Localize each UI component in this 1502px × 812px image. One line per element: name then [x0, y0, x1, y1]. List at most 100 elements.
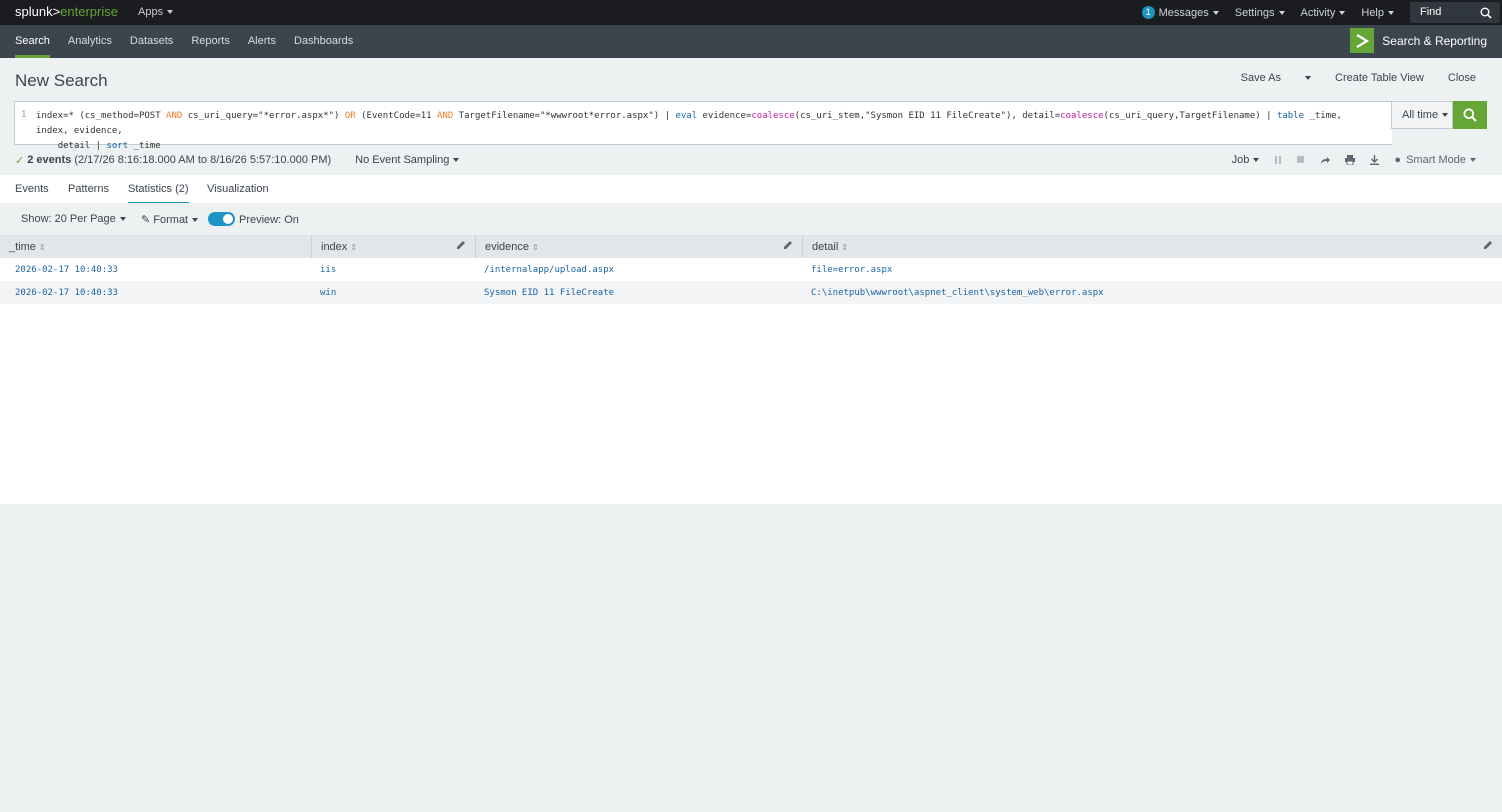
results-table: _time ⇕ index ⇕ evidence ⇕ detail ⇕ 2026-02-…: [0, 235, 1502, 304]
query-token: coalesce: [1060, 111, 1104, 121]
query-token: coalesce: [751, 111, 795, 121]
page-title: New Search: [15, 71, 108, 90]
splunk-logo[interactable]: splunk>enterprise: [15, 4, 118, 19]
column-label: index: [321, 241, 348, 253]
column-header-detail[interactable]: detail ⇕: [803, 235, 1502, 258]
chevron-down-icon: [167, 10, 174, 15]
nav-tab-datasets[interactable]: Datasets: [130, 25, 173, 58]
pencil-icon[interactable]: [457, 240, 466, 252]
app-bar: Search Analytics Datasets Reports Alerts…: [0, 25, 1502, 58]
preview-toggle[interactable]: [208, 212, 235, 226]
chevron-down-icon: [1470, 158, 1476, 162]
chevron-down-icon: [1212, 10, 1219, 15]
close-button[interactable]: Close: [1448, 72, 1476, 84]
search-status: ✓ 2 events (2/17/26 8:16:18.000 AM to 8/…: [15, 154, 460, 167]
chevron-down-icon: [192, 218, 199, 223]
check-icon: ✓: [15, 155, 25, 167]
search-icon[interactable]: [1480, 7, 1492, 19]
table-header: _time ⇕ index ⇕ evidence ⇕ detail ⇕: [0, 235, 1502, 258]
time-range-picker[interactable]: All time: [1391, 101, 1453, 129]
cell-time[interactable]: 2026-02-17 10:40:33: [15, 288, 118, 298]
nav-tab-search[interactable]: Search: [15, 25, 50, 58]
nav-tab-reports[interactable]: Reports: [191, 25, 230, 58]
activity-menu[interactable]: Activity: [1301, 7, 1346, 19]
find-input[interactable]: Find: [1410, 2, 1500, 23]
print-icon[interactable]: [1345, 155, 1356, 165]
query-token: sort: [106, 141, 129, 151]
download-icon[interactable]: [1370, 155, 1380, 165]
format-menu[interactable]: ✎ Format: [141, 213, 199, 226]
search-query-editor[interactable]: 1 index=* (cs_method=POST AND cs_uri_que…: [14, 101, 1392, 151]
messages-label: Messages: [1158, 6, 1209, 19]
cell-evidence[interactable]: /internalapp/upload.aspx: [484, 265, 614, 275]
nav-tab-alerts[interactable]: Alerts: [248, 25, 276, 58]
nav-tab-dashboards[interactable]: Dashboards: [294, 25, 353, 58]
tab-events[interactable]: Events: [15, 183, 49, 195]
sort-icon[interactable]: ⇕: [532, 243, 539, 252]
chevron-down-icon: [1388, 10, 1394, 15]
sort-icon[interactable]: ⇕: [841, 243, 848, 252]
column-label: evidence: [485, 241, 530, 253]
cell-time[interactable]: 2026-02-17 10:40:33: [15, 265, 118, 275]
column-header-index[interactable]: index ⇕: [312, 235, 476, 258]
settings-menu[interactable]: Settings: [1235, 7, 1285, 19]
find-placeholder: Find: [1420, 6, 1442, 18]
chevron-down-icon: [1278, 10, 1285, 15]
app-logo-icon: [1350, 28, 1375, 53]
save-as-menu[interactable]: Save As: [1217, 72, 1311, 84]
pause-icon[interactable]: [1274, 156, 1282, 164]
apps-menu[interactable]: Apps: [138, 6, 174, 18]
pencil-icon: ✎: [141, 214, 151, 226]
search-icon: [1463, 108, 1477, 122]
cell-detail[interactable]: C:\inetpub\wwwroot\aspnet_client\system_…: [811, 288, 1104, 298]
brand-main: splunk>: [15, 4, 61, 19]
query-token: eval: [675, 111, 698, 121]
sort-icon[interactable]: ⇕: [350, 243, 357, 252]
chevron-down-icon: [1339, 10, 1346, 15]
event-sampling-menu[interactable]: No Event Sampling: [355, 154, 460, 167]
cell-evidence[interactable]: Sysmon EID 11 FileCreate: [484, 288, 614, 298]
column-header-time[interactable]: _time ⇕: [0, 235, 312, 258]
cell-detail[interactable]: file=error.aspx: [811, 265, 892, 275]
search-query-text[interactable]: index=* (cs_method=POST AND cs_uri_query…: [36, 109, 1376, 154]
results-tabs: Events Patterns Statistics (2) Visualiza…: [0, 175, 1502, 204]
search-mode-menu[interactable]: ● Smart Mode: [1394, 154, 1476, 166]
settings-label: Settings: [1234, 6, 1275, 19]
cell-index[interactable]: win: [320, 288, 336, 298]
per-page-menu[interactable]: Show: 20 Per Page: [21, 213, 126, 225]
app-title[interactable]: Search & Reporting: [1350, 28, 1487, 53]
job-menu[interactable]: Job: [1232, 154, 1260, 166]
cell-index[interactable]: iis: [320, 265, 336, 275]
save-as-label: Save As: [1240, 72, 1281, 84]
table-row: 2026-02-17 10:40:33 iis /internalapp/upl…: [0, 258, 1502, 281]
events-count: 2 events: [27, 154, 72, 166]
preview-label: Preview: On: [239, 214, 299, 226]
search-button[interactable]: [1453, 101, 1487, 129]
pencil-icon[interactable]: [1484, 240, 1493, 252]
query-token: index=* (cs_method=POST: [36, 111, 167, 121]
column-label: detail: [812, 241, 839, 253]
results-area: [0, 304, 1502, 504]
lightbulb-icon: ●: [1394, 154, 1402, 166]
pencil-icon[interactable]: [784, 240, 793, 252]
nav-tab-analytics[interactable]: Analytics: [68, 25, 112, 58]
stop-icon[interactable]: [1297, 156, 1305, 164]
table-row: 2026-02-17 10:40:33 win Sysmon EID 11 Fi…: [0, 281, 1502, 304]
query-token: TargetFilename="*wwwroot*error.aspx") |: [453, 111, 676, 121]
top-bar: splunk>enterprise Apps 1 Messages Settin…: [0, 0, 1502, 25]
column-header-evidence[interactable]: evidence ⇕: [476, 235, 803, 258]
query-token: (cs_uri_stem,"Sysmon EID 11 FileCreate")…: [794, 111, 1061, 121]
per-page-label: Show: 20 Per Page: [21, 213, 116, 225]
query-token: _time: [128, 141, 161, 151]
sort-icon[interactable]: ⇕: [39, 243, 46, 252]
chevron-down-icon: [453, 158, 460, 163]
tab-visualization[interactable]: Visualization: [207, 183, 269, 195]
help-menu[interactable]: Help: [1361, 7, 1394, 19]
create-table-view-button[interactable]: Create Table View: [1335, 72, 1424, 84]
chevron-down-icon: [1305, 76, 1311, 81]
table-controls: Show: 20 Per Page ✎ Format Preview: On: [0, 203, 1502, 235]
share-icon[interactable]: [1320, 156, 1331, 165]
tab-patterns[interactable]: Patterns: [68, 183, 109, 195]
tab-statistics[interactable]: Statistics (2): [128, 183, 189, 204]
messages-menu[interactable]: 1 Messages: [1141, 6, 1219, 19]
